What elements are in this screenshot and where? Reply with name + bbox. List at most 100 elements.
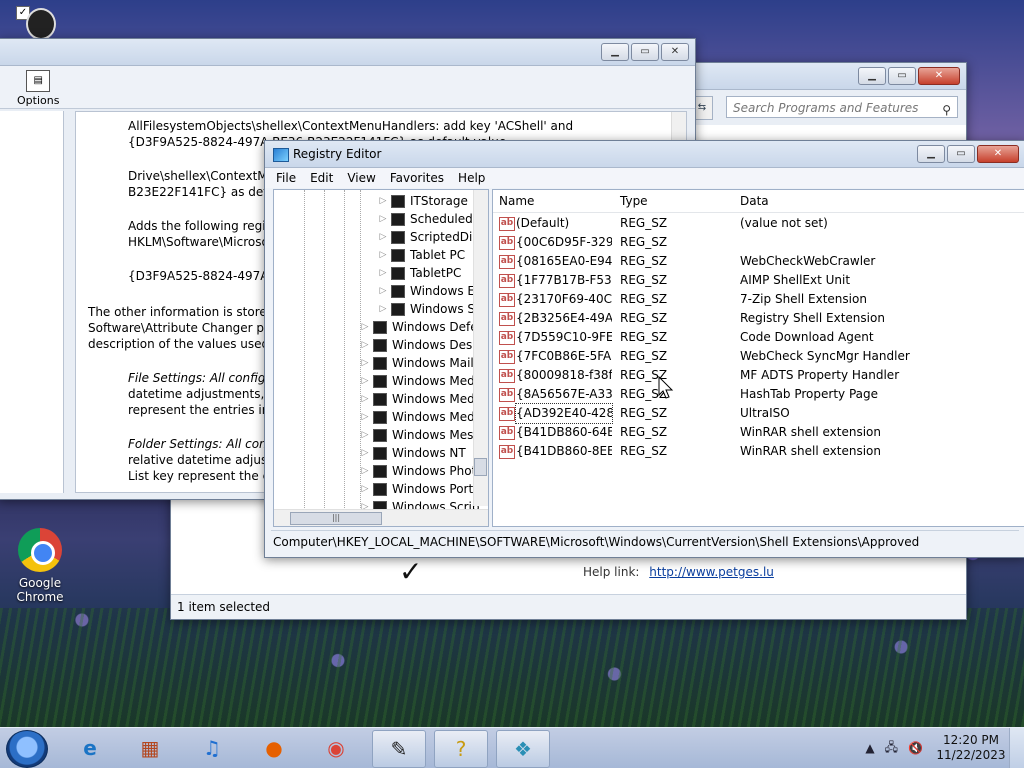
registry-titlebar[interactable]: Registry Editor ▁ ▭ ✕ xyxy=(265,141,1024,168)
search-input[interactable]: Search Programs and Features ⚲ xyxy=(726,96,958,118)
value-row[interactable]: ab{08165EA0-E946... REG_SZ WebCheckWebCraw… xyxy=(493,252,1024,271)
tree-node[interactable]: ▷ Windows S xyxy=(378,300,475,318)
volume-muted-icon[interactable]: 🔇 xyxy=(908,741,923,755)
expand-arrow-icon[interactable]: ▷ xyxy=(360,318,370,336)
registry-values-list[interactable]: Name Type Data ab (Default) REG_SZ (value n… xyxy=(492,189,1024,527)
maximize-button[interactable]: ▭ xyxy=(947,145,975,163)
value-row[interactable]: ab{AD392E40-428C... REG_SZ UltraISO xyxy=(493,403,1024,424)
desktop-avatar-icon[interactable] xyxy=(26,8,56,40)
column-type[interactable]: Type xyxy=(620,190,648,212)
desktop-chrome-shortcut[interactable]: Google Chrome xyxy=(12,528,68,604)
value-row[interactable]: ab (Default) REG_SZ (value not set) xyxy=(493,214,1024,233)
internet-explorer-icon[interactable]: e xyxy=(64,730,116,766)
expand-arrow-icon[interactable]: ▷ xyxy=(378,246,388,264)
expand-arrow-icon[interactable]: ▷ xyxy=(378,282,388,300)
value-row[interactable]: ab{B41DB860-8EE4... REG_SZ WinRAR shell ex… xyxy=(493,442,1024,461)
help-titlebar[interactable]: ▁ ▭ ✕ xyxy=(0,39,695,66)
tree-node[interactable]: ▷ Windows Mess xyxy=(360,426,480,444)
registry-tree[interactable]: ▷ ITStorage ▷ Scheduledl ▷ ScriptedDia ▷ Tablet… xyxy=(273,189,489,527)
tree-node[interactable]: ▷ Windows Desk xyxy=(360,336,480,354)
value-row[interactable]: ab{80009818-f38f-...REG_SZMF ADTS Proper… xyxy=(493,366,1024,385)
value-data: WinRAR shell extension xyxy=(740,425,881,439)
tree-node[interactable]: ▷ Windows Defe xyxy=(360,318,478,336)
expand-arrow-icon[interactable]: ▷ xyxy=(378,228,388,246)
tree-vertical-scrollbar[interactable] xyxy=(473,190,488,506)
network-icon[interactable]: 🖧 xyxy=(885,738,898,759)
maximize-button[interactable]: ▭ xyxy=(888,67,916,85)
value-row[interactable]: ab{2B3256E4-49AA... REG_SZ Registry Shell … xyxy=(493,309,1024,328)
expand-arrow-icon[interactable]: ▷ xyxy=(378,210,388,228)
value-row[interactable]: ab{8A56567E-A333...REG_SZHashTab Propert… xyxy=(493,385,1024,404)
maximize-button[interactable]: ▭ xyxy=(631,43,659,61)
value-name: {1F77B17B-F531... xyxy=(516,273,612,287)
string-value-icon: ab xyxy=(499,350,515,364)
minimize-button[interactable]: ▁ xyxy=(917,145,945,163)
tree-node[interactable]: ▷ Windows E xyxy=(378,282,475,300)
menu-edit[interactable]: Edit xyxy=(305,168,338,188)
close-button[interactable]: ✕ xyxy=(661,43,689,61)
clock[interactable]: 12:20 PM 11/22/2023 xyxy=(933,733,1009,763)
value-row[interactable]: ab{1F77B17B-F531... REG_SZ AIMP ShellExt U… xyxy=(493,271,1024,290)
expand-arrow-icon[interactable]: ▷ xyxy=(360,426,370,444)
close-button[interactable]: ✕ xyxy=(918,67,960,85)
tree-horizontal-scrollbar[interactable]: ||| xyxy=(274,509,488,526)
regedit-taskbar-icon[interactable]: ❖ xyxy=(496,730,550,768)
tree-node[interactable]: ▷ ITStorage xyxy=(378,192,468,210)
tree-node[interactable]: ▷ ScriptedDia xyxy=(378,228,480,246)
tree-node[interactable]: ▷ Windows NT xyxy=(360,444,466,462)
menu-file[interactable]: File xyxy=(271,168,301,188)
column-data[interactable]: Data xyxy=(740,190,769,212)
help-toc-pane[interactable] xyxy=(0,111,64,493)
chrome-taskbar-icon[interactable]: ◉ xyxy=(310,730,362,766)
value-row[interactable]: ab{7FC0B86E-5FA7... REG_SZ WebCheck SyncMg… xyxy=(493,347,1024,366)
expand-arrow-icon[interactable]: ▷ xyxy=(360,336,370,354)
expand-arrow-icon[interactable]: ▷ xyxy=(360,462,370,480)
tree-node[interactable]: ▷ Tablet PC xyxy=(378,246,466,264)
expand-arrow-icon[interactable]: ▷ xyxy=(360,372,370,390)
menu-favorites[interactable]: Favorites xyxy=(385,168,449,188)
value-row[interactable]: ab{00C6D95F-329C... REG_SZ xyxy=(493,233,1024,252)
start-button[interactable] xyxy=(6,730,48,768)
tree-node[interactable]: ▷ Windows Med xyxy=(360,372,475,390)
close-button[interactable]: ✕ xyxy=(977,145,1019,163)
tree-node[interactable]: ▷ Windows Med xyxy=(360,408,475,426)
column-name[interactable]: Name xyxy=(499,190,534,212)
minimize-button[interactable]: ▁ xyxy=(858,67,886,85)
minimize-button[interactable]: ▁ xyxy=(601,43,629,61)
tree-hscroll-thumb[interactable]: ||| xyxy=(290,512,382,525)
clock-time: 12:20 PM xyxy=(943,733,999,747)
tree-node[interactable]: ▷ Windows Phot xyxy=(360,462,477,480)
tree-node[interactable]: ▷ Windows Port xyxy=(360,480,474,498)
value-row[interactable]: ab{B41DB860-64E4... REG_SZ WinRAR shell ex… xyxy=(493,423,1024,442)
menu-view[interactable]: View xyxy=(342,168,380,188)
tree-node[interactable]: ▷ Windows Med xyxy=(360,390,475,408)
value-data: UltraISO xyxy=(740,406,790,420)
archive-app-icon[interactable]: ▦ xyxy=(124,730,176,766)
tree-node[interactable]: ▷ TabletPC xyxy=(378,264,462,282)
expand-arrow-icon[interactable]: ▷ xyxy=(378,264,388,282)
value-row[interactable]: ab{7D559C10-9FE9... REG_SZ Code Download A… xyxy=(493,328,1024,347)
folder-icon xyxy=(391,194,405,208)
show-desktop-button[interactable] xyxy=(1009,728,1024,768)
tree-node[interactable]: ▷ Scheduledl xyxy=(378,210,477,228)
tree-scroll-thumb[interactable] xyxy=(474,458,487,476)
help-taskbar-icon[interactable]: ? xyxy=(434,730,488,768)
options-button[interactable]: ▤ Options xyxy=(17,70,59,107)
tree-node[interactable]: ▷ Windows Mail xyxy=(360,354,474,372)
music-player-icon[interactable]: ♫ xyxy=(186,730,238,766)
expand-arrow-icon[interactable]: ▷ xyxy=(360,354,370,372)
help-link[interactable]: http://www.petges.lu xyxy=(649,565,774,579)
value-row[interactable]: ab{23170F69-40C1... REG_SZ 7-Zip Shell Ext… xyxy=(493,290,1024,309)
search-icon[interactable]: ⚲ xyxy=(942,99,951,121)
attribute-changer-taskbar-icon[interactable]: ✎ xyxy=(372,730,426,768)
menu-help[interactable]: Help xyxy=(453,168,490,188)
expand-arrow-icon[interactable]: ▷ xyxy=(360,408,370,426)
expand-arrow-icon[interactable]: ▷ xyxy=(360,390,370,408)
show-hidden-icons[interactable]: ▲ xyxy=(865,741,874,755)
firefox-icon[interactable]: ● xyxy=(248,730,300,766)
expand-arrow-icon[interactable]: ▷ xyxy=(360,444,370,462)
value-data: (value not set) xyxy=(740,216,828,230)
expand-arrow-icon[interactable]: ▷ xyxy=(378,300,388,318)
expand-arrow-icon[interactable]: ▷ xyxy=(360,480,370,498)
expand-arrow-icon[interactable]: ▷ xyxy=(378,192,388,210)
